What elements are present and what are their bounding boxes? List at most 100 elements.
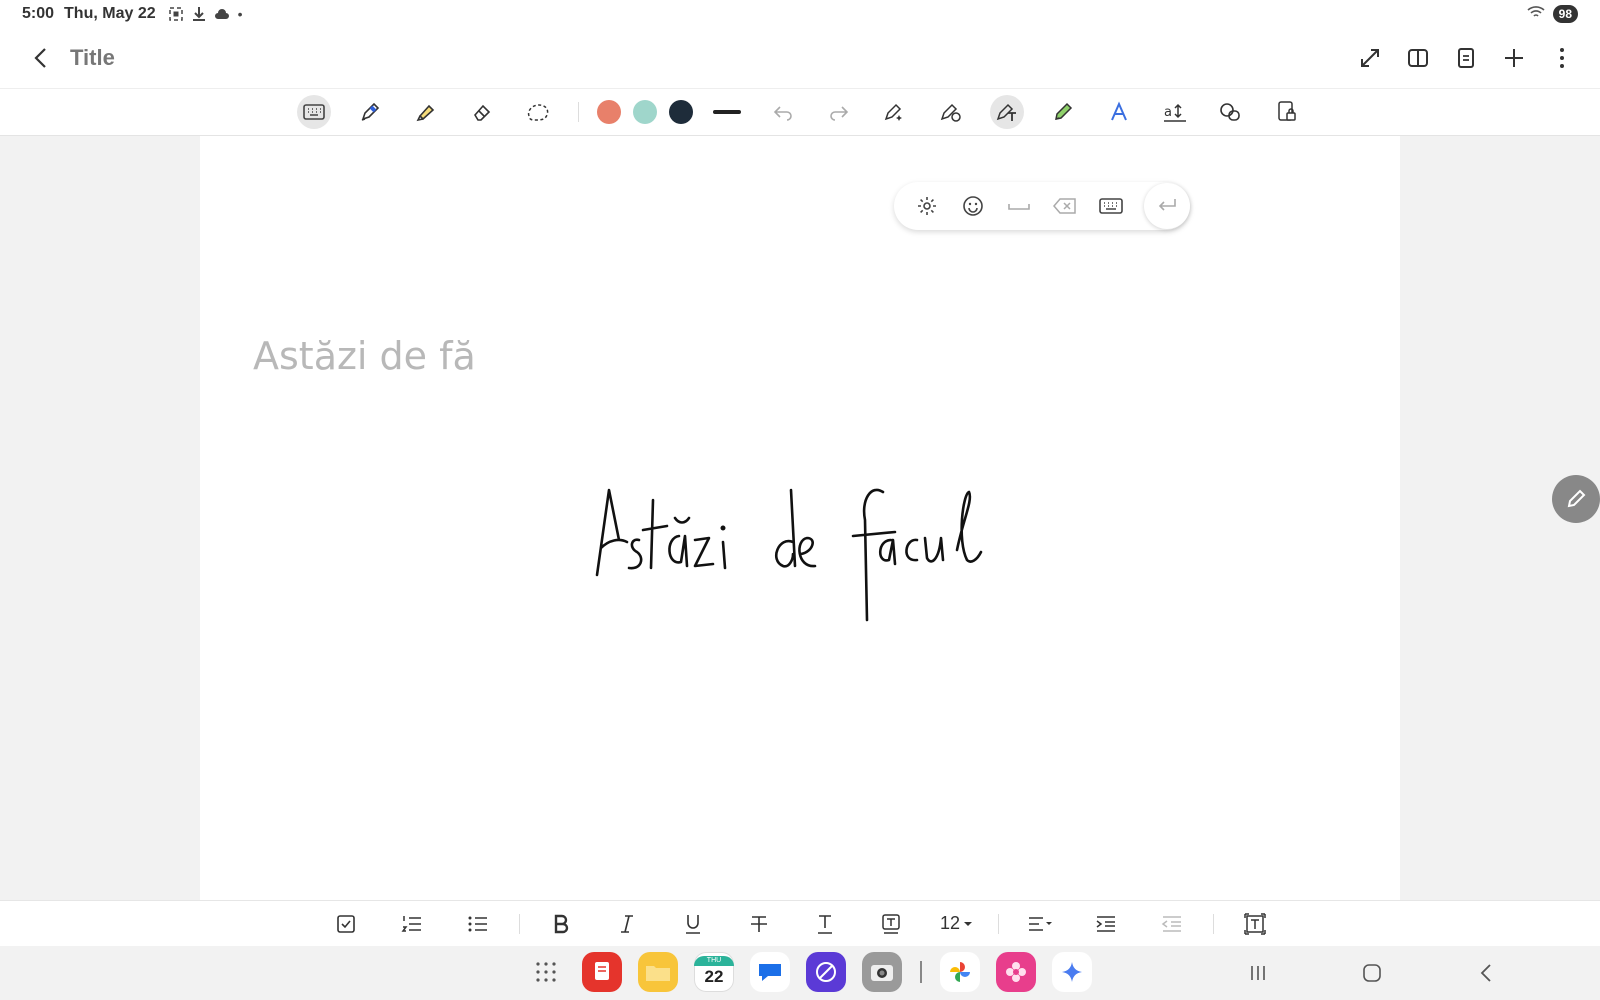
note-title[interactable]: Title <box>70 45 115 71</box>
handwriting-strokes[interactable] <box>595 480 1015 640</box>
photos-app-icon[interactable] <box>940 952 980 992</box>
handwriting-to-text-button[interactable] <box>989 95 1024 129</box>
home-button[interactable] <box>1354 960 1390 986</box>
redo-icon <box>829 106 848 121</box>
files-app-icon[interactable] <box>638 952 678 992</box>
bullet-list-button[interactable] <box>458 906 498 942</box>
keyboard-icon <box>302 104 325 120</box>
format-divider <box>518 913 520 934</box>
app-drawer-button[interactable] <box>526 952 566 992</box>
more-options-button[interactable] <box>1548 44 1576 72</box>
cloud-icon <box>214 8 230 20</box>
book-view-button[interactable] <box>1404 44 1432 72</box>
text-background-icon <box>881 913 900 934</box>
font-size-value: 12 <box>939 913 961 933</box>
eraser-tool-button[interactable] <box>465 95 499 129</box>
expand-button[interactable] <box>1356 44 1384 72</box>
messages-app-icon[interactable] <box>750 952 790 992</box>
handwriting-to-text-icon <box>996 103 1016 121</box>
text-format-bar: 12 <box>0 900 1600 946</box>
drawing-toolbar: a <box>0 88 1600 136</box>
shapes-button[interactable] <box>1214 95 1248 129</box>
screenshot-icon <box>168 6 184 22</box>
ai-pen-icon <box>884 103 902 121</box>
page-icon <box>1458 48 1474 68</box>
pen-tool-button[interactable] <box>353 95 387 129</box>
camera-app-icon[interactable] <box>862 952 902 992</box>
text-background-button[interactable] <box>871 906 911 942</box>
gemini-app-icon[interactable] <box>1052 952 1092 992</box>
notes-app-icon[interactable] <box>582 952 622 992</box>
align-icon <box>1028 916 1052 931</box>
status-bar: 5:00 Thu, May 22 • 98 <box>0 0 1600 28</box>
color-swatch-navy[interactable] <box>668 100 693 124</box>
format-divider <box>1212 913 1214 934</box>
wifi-icon <box>1527 5 1545 24</box>
outdent-button[interactable] <box>1152 906 1192 942</box>
pencil-tool-button[interactable] <box>1046 95 1080 129</box>
navigation-bar: THU 22 <box>0 946 1600 1000</box>
back-icon <box>1480 964 1491 982</box>
floating-pen-button[interactable] <box>1552 475 1600 523</box>
chevron-down-icon <box>964 921 973 926</box>
enter-button[interactable] <box>1144 183 1190 229</box>
app-drawer-icon <box>536 962 556 982</box>
indent-icon <box>1096 915 1115 932</box>
underline-icon <box>685 914 700 934</box>
add-page-button[interactable] <box>1500 44 1528 72</box>
text-box-button[interactable] <box>1235 906 1275 942</box>
pencil-icon <box>1567 489 1586 508</box>
align-button[interactable] <box>1020 906 1060 942</box>
back-button[interactable] <box>24 42 56 74</box>
format-divider <box>997 913 999 934</box>
handwriting-toolbar <box>894 182 1190 230</box>
emoji-icon <box>963 196 983 216</box>
lasso-tool-button[interactable] <box>521 95 555 129</box>
font-size-select[interactable]: 12 <box>937 906 977 942</box>
nav-back-button[interactable] <box>1468 960 1504 986</box>
calendar-app-icon[interactable]: THU 22 <box>694 952 734 992</box>
checkbox-button[interactable] <box>326 906 366 942</box>
numbered-list-icon <box>401 915 421 932</box>
undo-icon <box>773 106 792 121</box>
space-button[interactable] <box>1001 188 1037 224</box>
text-style-button[interactable] <box>1102 95 1136 129</box>
highlighter-tool-button[interactable] <box>409 95 443 129</box>
shape-pen-button[interactable] <box>934 95 968 129</box>
internet-app-icon[interactable] <box>806 952 846 992</box>
page-view-button[interactable] <box>1452 44 1480 72</box>
undo-button[interactable] <box>766 95 800 129</box>
strikethrough-button[interactable] <box>739 906 779 942</box>
ai-pen-button[interactable] <box>878 95 912 129</box>
dock-divider <box>920 961 922 983</box>
keyboard-tool-button[interactable] <box>296 95 331 129</box>
home-icon <box>1363 964 1381 982</box>
recognized-text[interactable]: Astăzi de fă <box>253 334 476 378</box>
eraser-icon <box>473 104 490 121</box>
color-swatch-mint[interactable] <box>632 100 657 124</box>
gallery-app-icon[interactable] <box>996 952 1036 992</box>
italic-button[interactable] <box>607 906 647 942</box>
recent-apps-button[interactable] <box>1240 960 1276 986</box>
text-box-icon <box>1243 912 1266 935</box>
keyboard-icon <box>1099 198 1123 214</box>
text-style-icon <box>1110 101 1127 121</box>
emoji-button[interactable] <box>955 188 991 224</box>
text-resize-button[interactable]: a <box>1158 95 1192 129</box>
stroke-thickness-button[interactable] <box>712 110 741 114</box>
enter-icon <box>1158 199 1176 211</box>
redo-button[interactable] <box>822 95 856 129</box>
bold-button[interactable] <box>541 906 581 942</box>
switch-keyboard-button[interactable] <box>1093 188 1129 224</box>
underline-button[interactable] <box>673 906 713 942</box>
calendar-day: THU <box>694 956 734 966</box>
numbered-list-button[interactable] <box>392 906 432 942</box>
text-color-button[interactable] <box>805 906 845 942</box>
indent-button[interactable] <box>1086 906 1126 942</box>
battery-level: 98 <box>1552 5 1578 23</box>
handwriting-settings-button[interactable] <box>909 188 945 224</box>
lock-page-button[interactable] <box>1270 95 1304 129</box>
backspace-button[interactable] <box>1047 188 1083 224</box>
recents-icon <box>1251 966 1265 980</box>
color-swatch-coral[interactable] <box>596 100 621 124</box>
